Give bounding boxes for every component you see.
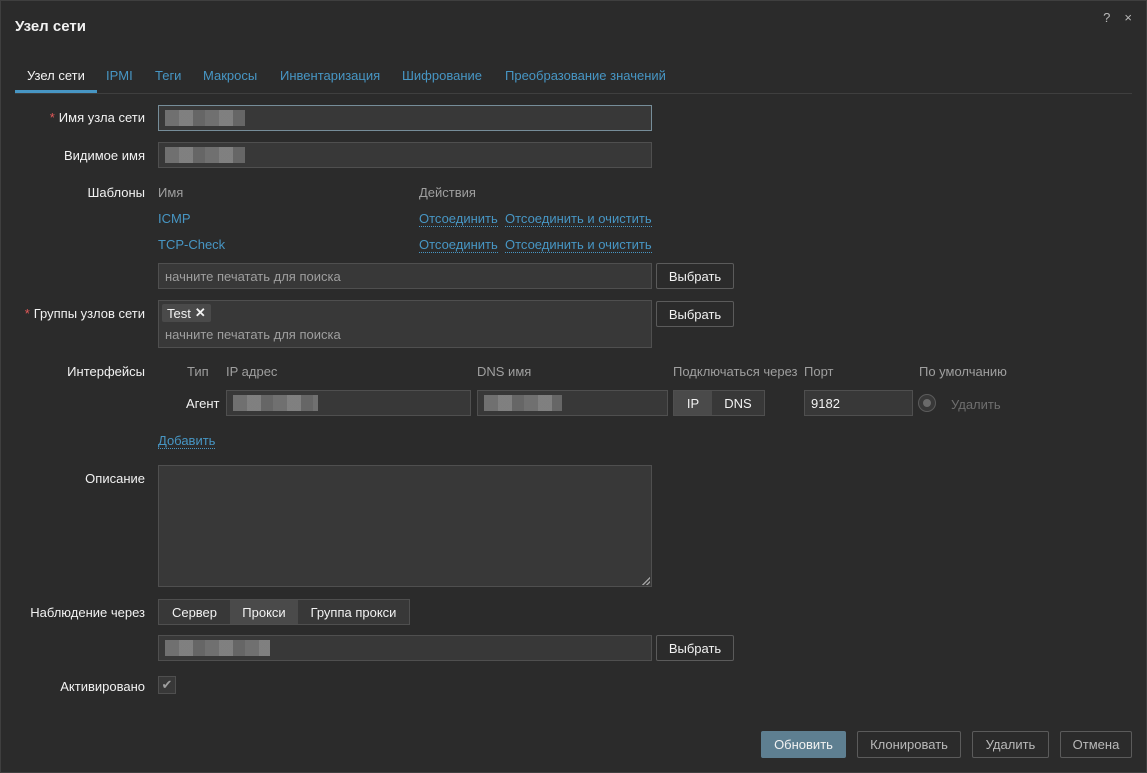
interfaces-col-port: Порт [804, 364, 834, 379]
description-label: Описание [85, 471, 145, 486]
delete-button[interactable]: Удалить [972, 731, 1049, 758]
interfaces-col-connect: Подключаться через [673, 364, 798, 379]
monitored-by-label: Наблюдение через [30, 605, 145, 620]
visible-name-label: Видимое имя [63, 148, 145, 163]
templates-select-button[interactable]: Выбрать [656, 263, 734, 289]
interfaces-col-ip: IP адрес [226, 364, 278, 379]
interfaces-col-type: Тип [187, 364, 209, 379]
interfaces-col-default: По умолчанию [919, 364, 1007, 379]
cancel-button[interactable]: Отмена [1060, 731, 1132, 758]
unlink-clear-button[interactable]: Отсоединить и очистить [505, 237, 652, 253]
description-textarea[interactable] [158, 465, 652, 587]
clone-button[interactable]: Клонировать [857, 731, 961, 758]
tab-ipmi[interactable]: IPMI [106, 68, 133, 93]
tab-tags[interactable]: Теги [155, 68, 181, 93]
interface-dns-input[interactable] [477, 390, 668, 416]
visible-name-input[interactable] [158, 142, 652, 168]
templates-label: Шаблоны [87, 185, 146, 200]
interface-ip-input[interactable] [226, 390, 471, 416]
interface-port-input[interactable]: 9182 [804, 390, 913, 416]
resize-grip-icon[interactable] [642, 577, 650, 585]
tab-host[interactable]: Узел сети [15, 68, 97, 93]
interface-type: Агент [186, 396, 220, 411]
host-name-input[interactable] [158, 105, 652, 131]
connect-dns-option[interactable]: DNS [712, 391, 764, 415]
close-icon[interactable]: × [1124, 10, 1132, 25]
unlink-clear-button[interactable]: Отсоединить и очистить [505, 211, 652, 227]
unlink-button[interactable]: Отсоединить [419, 211, 498, 227]
unlink-button[interactable]: Отсоединить [419, 237, 498, 253]
update-button[interactable]: Обновить [761, 731, 846, 758]
proxy-select-button[interactable]: Выбрать [656, 635, 734, 661]
interface-default-radio[interactable] [918, 394, 936, 412]
templates-col-name: Имя [158, 185, 184, 200]
connect-ip-option[interactable]: IP [674, 391, 712, 415]
monitored-by-proxy-group[interactable]: Группа прокси [298, 600, 409, 624]
host-name-label: * Имя узла сети [49, 110, 145, 125]
templates-col-actions: Действия [419, 185, 476, 200]
tab-bar: Узел сети IPMI Теги Макросы Инвентаризац… [15, 68, 1132, 94]
interface-remove-link[interactable]: Удалить [951, 397, 1001, 412]
remove-icon[interactable]: ✕ [195, 305, 206, 321]
proxy-input[interactable] [158, 635, 652, 661]
add-interface-link[interactable]: Добавить [158, 433, 216, 449]
template-link-tcp-check[interactable]: TCP-Check [158, 237, 225, 252]
host-groups-select-button[interactable]: Выбрать [656, 301, 734, 327]
interfaces-label: Интерфейсы [67, 364, 145, 379]
monitored-by-server[interactable]: Сервер [159, 600, 230, 624]
tab-inventory[interactable]: Инвентаризация [280, 68, 380, 93]
help-icon[interactable]: ? [1103, 10, 1110, 25]
monitored-by-toggle: Сервер Прокси Группа прокси [158, 599, 410, 625]
interface-connect-toggle: IP DNS [673, 390, 765, 416]
monitored-by-proxy[interactable]: Прокси [230, 600, 298, 624]
host-group-tag: Test ✕ [162, 304, 211, 322]
template-link-icmp[interactable]: ICMP [158, 211, 191, 226]
tab-value-mapping[interactable]: Преобразование значений [505, 68, 666, 93]
host-dialog: Узел сети ? × Узел сети IPMI Теги Макрос… [0, 0, 1147, 773]
tab-encryption[interactable]: Шифрование [402, 68, 482, 93]
dialog-header-icons: ? × [1103, 10, 1132, 25]
enabled-label: Активировано [60, 679, 145, 694]
templates-search-input[interactable]: начните печатать для поиска [158, 263, 652, 289]
enabled-checkbox[interactable]: ✔ [158, 676, 176, 694]
tab-macros[interactable]: Макросы [203, 68, 257, 93]
host-groups-label: * Группы узлов сети [24, 306, 145, 321]
interfaces-col-dns: DNS имя [477, 364, 532, 379]
host-groups-input[interactable]: начните печатать для поиска [158, 300, 652, 348]
dialog-title: Узел сети [15, 18, 86, 35]
